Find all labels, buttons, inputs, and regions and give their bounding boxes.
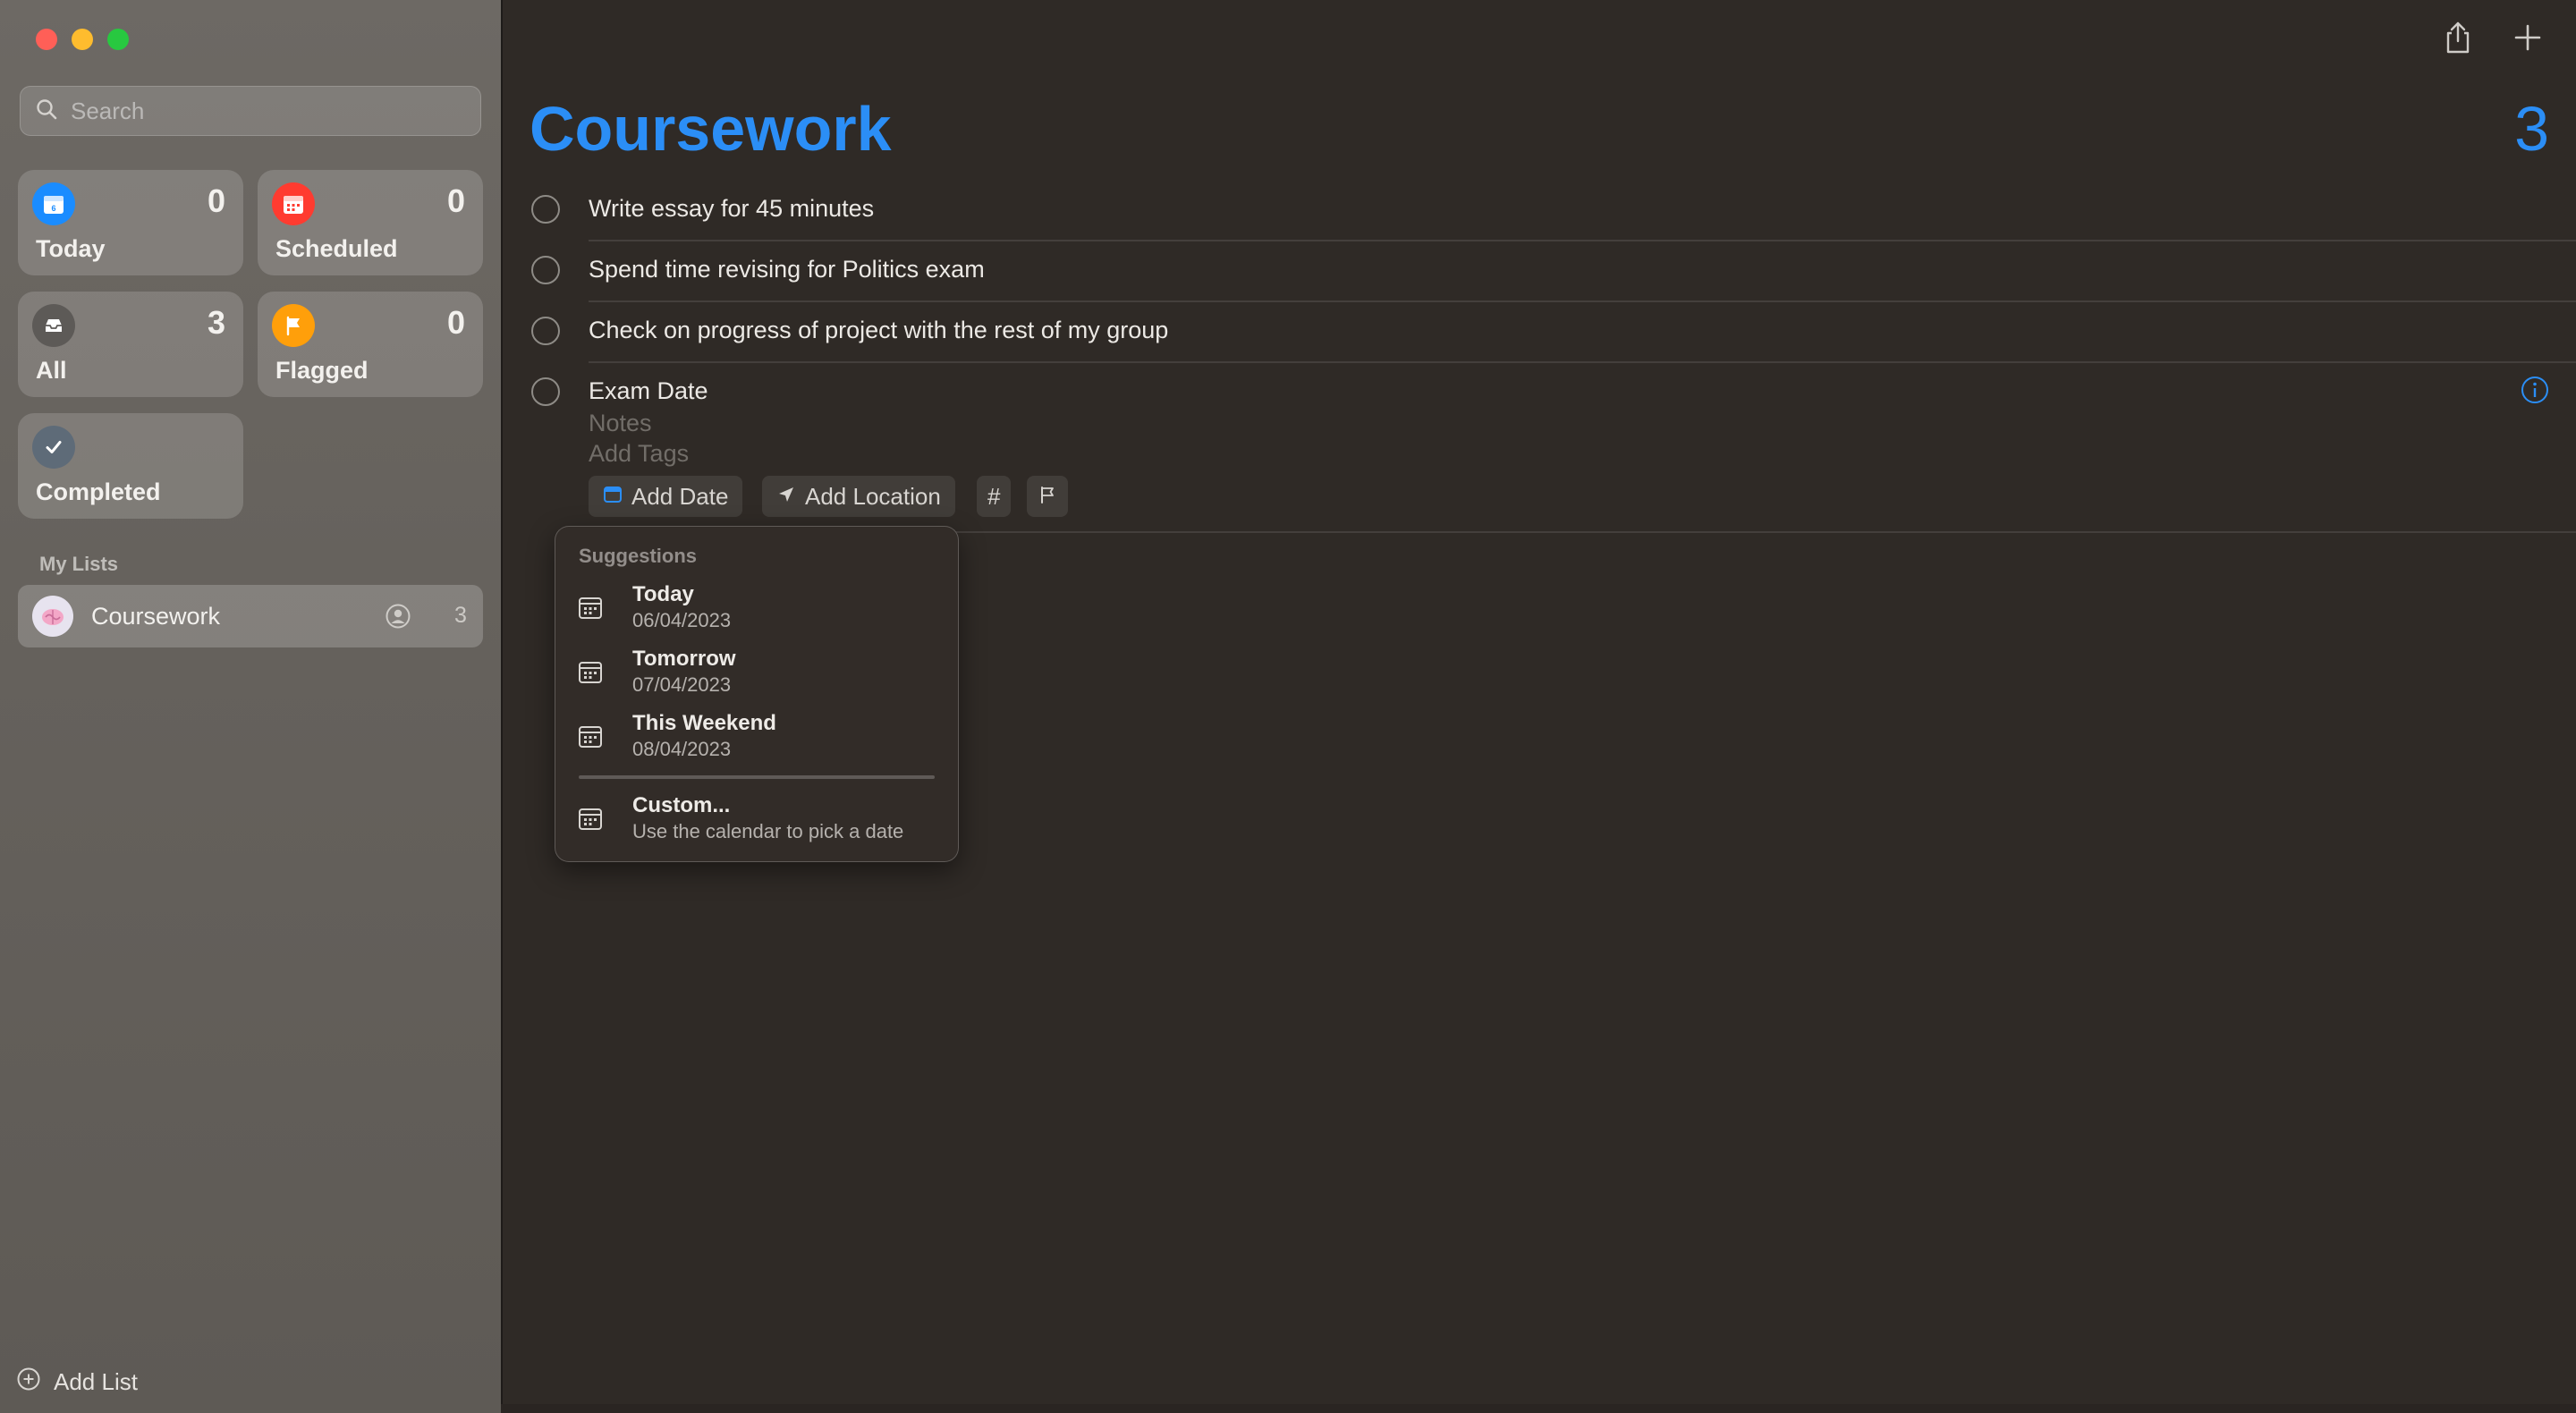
suggestion-date: 08/04/2023 — [632, 738, 732, 760]
add-location-button[interactable]: Add Location — [762, 476, 955, 517]
flagged-label: Flagged — [275, 357, 369, 384]
zoom-window-button[interactable] — [107, 29, 129, 50]
date-suggestions-popover: Suggestions Today 06/04/2023 Tomorrow 07… — [555, 526, 959, 862]
info-icon[interactable] — [2521, 376, 2549, 404]
location-arrow-icon — [776, 483, 796, 511]
share-icon[interactable] — [2440, 20, 2476, 55]
all-count: 3 — [207, 304, 225, 341]
window-controls — [36, 29, 129, 50]
svg-text:6: 6 — [51, 204, 55, 213]
task-row[interactable]: Check on progress of project with the re… — [530, 302, 2576, 363]
smart-list-completed[interactable]: Completed — [18, 413, 243, 519]
task-title[interactable]: Write essay for 45 minutes — [589, 195, 874, 223]
suggestion-tomorrow[interactable]: Tomorrow 07/04/2023 — [577, 647, 935, 704]
calendar-icon — [577, 806, 604, 833]
today-label: Today — [36, 235, 106, 262]
scheduled-count: 0 — [446, 182, 465, 219]
flagged-count: 0 — [446, 304, 465, 341]
task-checkbox[interactable] — [531, 256, 560, 284]
task-title[interactable]: Check on progress of project with the re… — [589, 317, 1168, 344]
scheduled-label: Scheduled — [275, 235, 398, 262]
close-window-button[interactable] — [36, 29, 57, 50]
today-count: 0 — [207, 182, 225, 219]
calendar-icon — [577, 723, 604, 750]
list-title: Coursework — [530, 94, 892, 164]
smart-list-today[interactable]: 6 0 Today — [18, 170, 243, 275]
add-date-button[interactable]: Add Date — [589, 476, 743, 517]
plus-icon[interactable] — [2510, 20, 2546, 55]
calendar-icon — [577, 595, 604, 622]
popover-divider — [579, 775, 935, 779]
task-row-editing[interactable]: Exam Date Notes Add Tags Add Date Add Lo… — [530, 363, 2576, 533]
search-input[interactable] — [69, 96, 466, 126]
list-name: Coursework — [91, 603, 221, 630]
suggestion-date: 07/04/2023 — [632, 673, 732, 696]
plus-circle-icon — [16, 1366, 41, 1398]
add-list-label: Add List — [54, 1368, 138, 1395]
flag-outline-icon — [1038, 483, 1057, 511]
suggestion-title: Tomorrow — [632, 647, 736, 671]
task-checkbox[interactable] — [531, 377, 560, 406]
checkmark-icon — [32, 426, 75, 469]
notes-field[interactable]: Notes — [589, 410, 652, 437]
search-icon — [35, 97, 58, 125]
tray-icon — [32, 304, 75, 347]
list-item-coursework[interactable]: Coursework 3 — [18, 585, 483, 647]
minimize-window-button[interactable] — [72, 29, 93, 50]
smart-list-scheduled[interactable]: 0 Scheduled — [258, 170, 483, 275]
task-row[interactable]: Write essay for 45 minutes — [530, 181, 2576, 241]
task-title[interactable]: Exam Date — [589, 377, 708, 405]
flag-icon — [272, 304, 315, 347]
suggestion-custom[interactable]: Custom... Use the calendar to pick a dat… — [577, 793, 935, 850]
suggestions-heading: Suggestions — [579, 545, 698, 567]
calendar-icon — [272, 182, 315, 225]
brain-icon — [32, 596, 73, 637]
add-date-label: Add Date — [631, 482, 729, 510]
task-row[interactable]: Spend time revising for Politics exam — [530, 241, 2576, 302]
suggestion-description: Use the calendar to pick a date — [632, 820, 904, 842]
my-lists-heading: My Lists — [39, 553, 119, 575]
suggestion-title: Custom... — [632, 793, 731, 817]
suggestion-date: 06/04/2023 — [632, 609, 732, 631]
add-list-button[interactable]: Add List — [16, 1366, 138, 1398]
add-tag-button[interactable]: # — [977, 476, 1012, 517]
calendar-icon — [603, 483, 623, 511]
suggestion-title: This Weekend — [632, 711, 776, 735]
task-title[interactable]: Spend time revising for Politics exam — [589, 256, 985, 283]
tags-field[interactable]: Add Tags — [589, 440, 689, 468]
smart-list-flagged[interactable]: 0 Flagged — [258, 292, 483, 397]
add-flag-button[interactable] — [1027, 476, 1068, 517]
add-location-label: Add Location — [805, 482, 941, 510]
sidebar: 6 0 Today 0 Scheduled 3 All 0 Flagged Co… — [0, 0, 503, 1413]
suggestion-today[interactable]: Today 06/04/2023 — [577, 582, 935, 639]
calendar-today-icon: 6 — [32, 182, 75, 225]
calendar-icon — [577, 659, 604, 686]
all-label: All — [36, 357, 67, 384]
shared-person-icon — [385, 603, 411, 630]
search-field[interactable] — [20, 86, 481, 136]
list-task-count: 3 — [2514, 94, 2549, 164]
task-checkbox[interactable] — [531, 195, 560, 224]
toolbar — [2440, 20, 2546, 55]
completed-label: Completed — [36, 478, 161, 505]
suggestion-this-weekend[interactable]: This Weekend 08/04/2023 — [577, 711, 935, 768]
suggestion-title: Today — [632, 582, 694, 606]
tag-hash-icon: # — [987, 482, 1001, 510]
task-checkbox[interactable] — [531, 317, 560, 345]
list-count: 3 — [454, 603, 467, 628]
window-bottom-edge — [501, 1404, 2576, 1413]
smart-list-all[interactable]: 3 All — [18, 292, 243, 397]
